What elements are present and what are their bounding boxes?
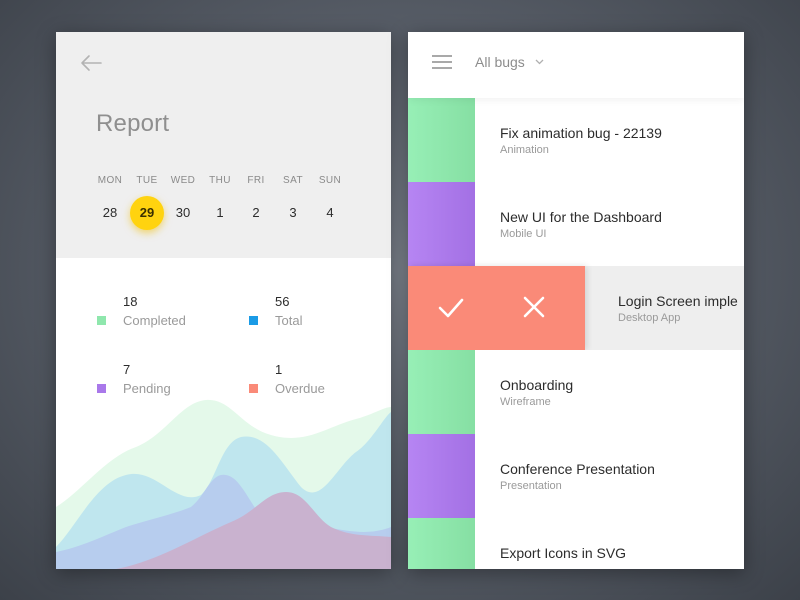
chevron-down-icon: [535, 59, 544, 65]
stat-completed: 18 Completed: [97, 294, 227, 328]
stat-total: 56 Total: [249, 294, 379, 328]
week-calendar: MON 28 TUE 29 WED 30 THU 1 FRI 2 SAT 3 S…: [90, 174, 380, 244]
swipe-actions: [408, 266, 585, 350]
hamburger-menu-icon[interactable]: [432, 55, 452, 71]
list-item[interactable]: Onboarding Wireframe: [408, 350, 744, 434]
day-name: SAT: [283, 175, 303, 186]
bug-text: Fix animation bug - 22139 Animation: [500, 124, 740, 156]
area-chart-waves: [56, 399, 391, 569]
day-name: MON: [97, 175, 123, 186]
list-item-swiped[interactable]: Login Screen imple Desktop App: [408, 266, 744, 350]
stat-value: 1: [275, 362, 283, 377]
close-icon[interactable]: [520, 296, 548, 320]
day-name: TUE: [136, 175, 158, 186]
bug-title: New UI for the Dashboard: [500, 209, 662, 225]
bug-text: Login Screen imple Desktop App: [618, 292, 744, 324]
category-color-bar: [408, 518, 475, 569]
day-number: 3: [289, 205, 297, 220]
legend-swatch: [97, 316, 106, 325]
bug-category: Presentation: [500, 480, 562, 492]
report-header: Report MON 28 TUE 29 WED 30 THU 1 FRI 2: [56, 32, 391, 258]
bug-category: Wireframe: [500, 396, 551, 408]
bug-filter-dropdown[interactable]: All bugs: [475, 54, 544, 74]
day-number: 1: [216, 205, 224, 220]
day-tue[interactable]: TUE 29: [127, 174, 167, 230]
report-card: Report MON 28 TUE 29 WED 30 THU 1 FRI 2: [56, 32, 391, 569]
bug-category: Desktop App: [618, 312, 681, 324]
stat-label: Total: [275, 313, 303, 328]
legend-swatch: [97, 384, 106, 393]
bug-title: Fix animation bug - 22139: [500, 125, 662, 141]
day-number: 4: [326, 205, 334, 220]
day-name: SUN: [318, 175, 342, 186]
selected-day-number: 29: [130, 196, 164, 230]
stats-summary: 18 Completed 56 Total 7 Pending 1 Overdu…: [56, 258, 391, 418]
day-thu[interactable]: THU 1: [200, 174, 240, 220]
day-number: 30: [175, 205, 191, 220]
day-name: WED: [170, 175, 196, 186]
arrow-left-icon[interactable]: [80, 54, 102, 72]
stat-value: 56: [275, 294, 290, 309]
day-fri[interactable]: FRI 2: [236, 174, 276, 220]
bug-text: Export Icons in SVG: [500, 544, 740, 564]
list-item[interactable]: Fix animation bug - 22139 Animation: [408, 98, 744, 182]
top-bar: All bugs: [408, 32, 744, 98]
day-name: FRI: [247, 175, 265, 186]
day-name: THU: [209, 175, 231, 186]
day-sun[interactable]: SUN 4: [310, 174, 350, 220]
day-number: 28: [102, 205, 118, 220]
bugs-card: All bugs Fix animation bug - 22139 Anima…: [408, 32, 744, 569]
legend-swatch: [249, 384, 258, 393]
legend-swatch: [249, 316, 258, 325]
stat-label: Completed: [123, 313, 186, 328]
category-color-bar: [408, 350, 475, 434]
bug-title: Export Icons in SVG: [500, 545, 627, 561]
check-icon[interactable]: [437, 296, 465, 320]
day-sat[interactable]: SAT 3: [273, 174, 313, 220]
filter-label: All bugs: [475, 54, 525, 70]
bug-text: Onboarding Wireframe: [500, 376, 740, 408]
stat-value: 18: [123, 294, 138, 309]
bug-category: Mobile UI: [500, 228, 547, 240]
category-color-bar: [408, 434, 475, 518]
page-title: Report: [96, 110, 170, 137]
category-color-bar: [408, 98, 475, 182]
day-wed[interactable]: WED 30: [163, 174, 203, 220]
stat-label: Pending: [123, 381, 171, 396]
day-number: 2: [252, 205, 260, 220]
list-item[interactable]: Export Icons in SVG: [408, 518, 744, 569]
bug-text: Conference Presentation Presentation: [500, 460, 740, 492]
stat-value: 7: [123, 362, 131, 377]
bug-title: Onboarding: [500, 377, 574, 393]
bug-list: Fix animation bug - 22139 Animation New …: [408, 98, 744, 569]
bug-category: Animation: [500, 144, 549, 156]
stat-label: Overdue: [275, 381, 325, 396]
stat-overdue: 1 Overdue: [249, 362, 379, 396]
day-mon[interactable]: MON 28: [90, 174, 130, 220]
bug-title: Conference Presentation: [500, 461, 655, 477]
bug-text: New UI for the Dashboard Mobile UI: [500, 208, 740, 240]
category-color-bar: [408, 182, 475, 266]
stat-pending: 7 Pending: [97, 362, 227, 396]
bug-title: Login Screen imple: [618, 293, 738, 309]
list-item[interactable]: Conference Presentation Presentation: [408, 434, 744, 518]
list-item[interactable]: New UI for the Dashboard Mobile UI: [408, 182, 744, 266]
